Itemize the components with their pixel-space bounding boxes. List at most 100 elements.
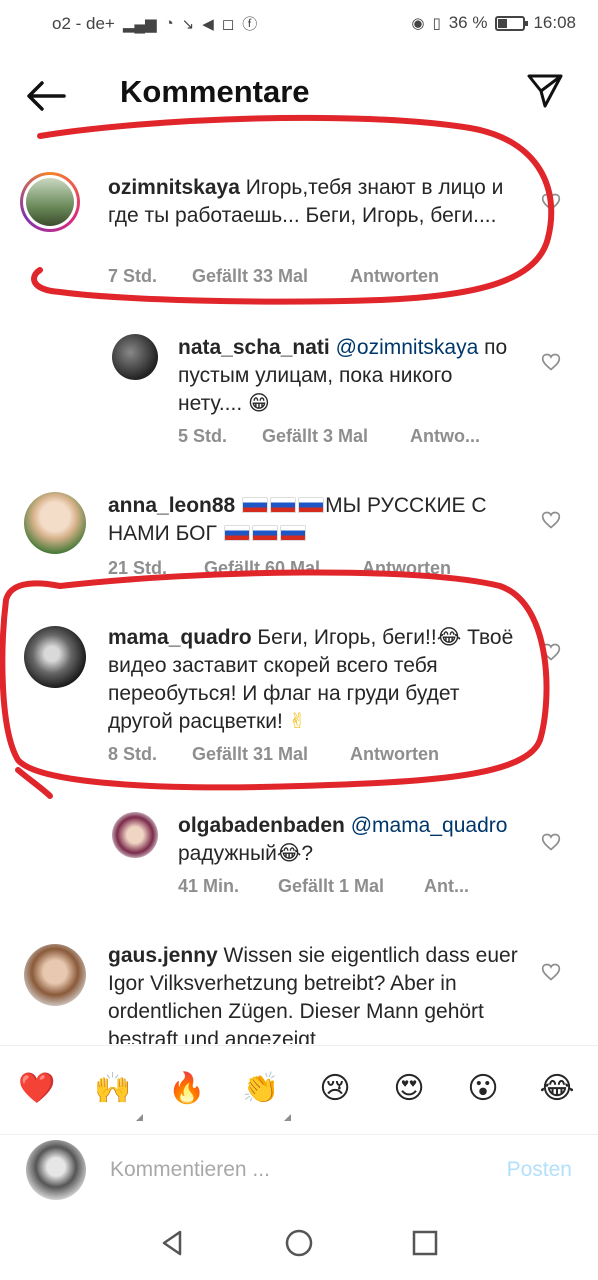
battery-percent: 36 % xyxy=(448,13,488,32)
reply-button[interactable]: Antworten xyxy=(362,558,451,574)
missed-call-icon: ↘ xyxy=(181,15,195,33)
comment-username[interactable]: nata_scha_nati xyxy=(178,336,330,359)
eye-icon: ◉ xyxy=(411,15,425,32)
post-button[interactable]: Posten xyxy=(507,1158,572,1182)
user-avatar[interactable] xyxy=(26,1140,86,1200)
comment-likes[interactable]: Gefällt 3 Mal xyxy=(262,426,410,447)
comment-time: 21 Std. xyxy=(108,558,168,574)
comment: ozimnitskaya Игорь,тебя знают в лицо и г… xyxy=(0,170,598,310)
comment-meta: 5 Std. Gefällt 3 Mal Antwo... xyxy=(178,426,480,447)
comment-username[interactable]: gaus.jenny xyxy=(108,944,218,967)
battery-icon xyxy=(495,15,529,31)
mention-link[interactable]: @mama_quadro xyxy=(351,814,508,837)
avatar[interactable] xyxy=(112,334,158,380)
comment-content-2: НАМИ БОГ xyxy=(108,522,217,545)
reaction-heart-eyes[interactable]: 😍 xyxy=(386,1066,432,1112)
heart-icon[interactable] xyxy=(541,642,561,662)
avatar[interactable] xyxy=(112,812,158,858)
comment-meta: 8 Std. Gefällt 31 Mal Antworten xyxy=(108,744,439,765)
page-title: Kommentare xyxy=(120,74,310,109)
status-right: ◉ ▯ 36 % 16:08 xyxy=(411,13,576,33)
comment-content: МЫ РУССКИЕ С xyxy=(325,494,487,517)
comment-meta: 41 Min. Gefällt 1 Mal Ant... xyxy=(178,876,469,897)
arrow-left-icon xyxy=(27,81,66,111)
telegram-icon: ◀ xyxy=(202,15,214,33)
paper-plane-icon xyxy=(527,74,563,108)
status-left: o2 - de+ ▂▄▆ ◔ ↘ ◀ ◻ ⓕ xyxy=(52,13,257,34)
comment-time: 8 Std. xyxy=(108,744,158,764)
laugh-emoji: 😂 xyxy=(276,842,302,865)
comment-text: gaus.jenny Wissen sie eigentlich dass eu… xyxy=(108,942,528,1044)
comment-likes[interactable]: Gefällt 1 Mal xyxy=(278,876,424,897)
comment-username[interactable]: mama_quadro xyxy=(108,626,252,649)
comment: gaus.jenny Wissen sie eigentlich dass eu… xyxy=(0,940,598,1044)
avatar[interactable] xyxy=(24,492,86,554)
russia-flag-icon xyxy=(279,525,306,541)
heart-icon[interactable] xyxy=(541,352,561,372)
nav-recents-icon[interactable] xyxy=(410,1228,440,1258)
instagram-icon: ◻ xyxy=(221,15,235,33)
comment: anna_leon88 МЫ РУССКИЕ С НАМИ БОГ 21 Std… xyxy=(0,490,598,585)
comment-content-end: ? xyxy=(301,842,314,865)
share-button[interactable] xyxy=(526,72,564,110)
laugh-emoji: 😂 xyxy=(436,626,462,649)
nav-back-icon[interactable] xyxy=(158,1228,188,1258)
comment-username[interactable]: anna_leon88 xyxy=(108,494,235,517)
comment-reply: olgabadenbaden @mama_quadro радужный😂? 4… xyxy=(0,810,598,905)
signal-icon: ▂▄▆ xyxy=(122,15,157,33)
comment-text: mama_quadro Беги, Игорь, беги!!😂 Твоё ви… xyxy=(108,624,518,736)
comment-username[interactable]: ozimnitskaya xyxy=(108,176,240,199)
reply-button[interactable]: Antworten xyxy=(350,266,439,287)
comment-time: 41 Min. xyxy=(178,876,240,896)
comment-username[interactable]: olgabadenbaden xyxy=(178,814,345,837)
back-button[interactable] xyxy=(24,76,68,116)
status-bar: o2 - de+ ▂▄▆ ◔ ↘ ◀ ◻ ⓕ ◉ ▯ 36 % 16:08 xyxy=(0,0,598,46)
clock: 16:08 xyxy=(533,13,576,32)
russia-flag-icon xyxy=(298,497,325,513)
mention-link[interactable]: @ozimnitskaya xyxy=(336,336,479,359)
comment-input[interactable] xyxy=(110,1154,470,1186)
comment-content: Беги, Игорь, беги!! xyxy=(257,626,437,649)
heart-icon[interactable] xyxy=(541,962,561,982)
comment-content: радужный xyxy=(178,842,277,865)
comment-meta: 21 Std. Gefällt 60 Mal Antworten xyxy=(108,558,451,574)
comment-reply: nata_scha_nati @ozimnitskaya по пустым у… xyxy=(0,330,598,460)
reaction-heart[interactable]: ❤️ xyxy=(14,1066,60,1112)
comment-likes[interactable]: Gefällt 33 Mal xyxy=(192,266,350,287)
comment-text: nata_scha_nati @ozimnitskaya по пустым у… xyxy=(178,334,518,418)
comment-text: anna_leon88 МЫ РУССКИЕ С НАМИ БОГ xyxy=(108,492,518,548)
reaction-clap[interactable]: 👏 xyxy=(238,1066,284,1112)
header: Kommentare xyxy=(0,50,598,140)
comment-meta: 7 Std. Gefällt 33 Mal Antworten xyxy=(108,266,439,287)
wifi-icon: ◔ xyxy=(164,15,174,32)
reaction-crying[interactable]: 😢 xyxy=(312,1066,358,1112)
avatar[interactable] xyxy=(24,626,86,688)
comment-text: ozimnitskaya Игорь,тебя знают в лицо и г… xyxy=(108,174,518,230)
carrier-label: o2 - de+ xyxy=(52,13,115,33)
nav-home-icon[interactable] xyxy=(284,1228,314,1258)
system-nav-bar xyxy=(0,1206,598,1280)
reaction-fire[interactable]: 🔥 xyxy=(164,1066,210,1112)
heart-icon[interactable] xyxy=(541,192,561,212)
reaction-raised-hands[interactable]: 🙌 xyxy=(90,1066,136,1112)
russia-flag-icon xyxy=(270,497,297,513)
heart-icon[interactable] xyxy=(541,832,561,852)
comment-likes[interactable]: Gefällt 31 Mal xyxy=(192,744,350,765)
avatar[interactable] xyxy=(24,944,86,1006)
reply-button[interactable]: Ant... xyxy=(424,876,469,897)
russia-flag-icon xyxy=(251,525,278,541)
grin-emoji: 😁 xyxy=(248,392,270,415)
comment-time: 5 Std. xyxy=(178,426,228,446)
reply-button[interactable]: Antwo... xyxy=(410,426,480,447)
reaction-surprised[interactable]: 😮 xyxy=(460,1066,506,1112)
comment-composer: Posten xyxy=(0,1136,598,1206)
battery-fill xyxy=(498,18,508,28)
comment-time: 7 Std. xyxy=(108,266,158,286)
heart-icon[interactable] xyxy=(541,510,561,530)
comment: mama_quadro Беги, Игорь, беги!!😂 Твоё ви… xyxy=(0,620,598,770)
reaction-laughing[interactable]: 😂 xyxy=(534,1066,580,1112)
avatar[interactable] xyxy=(20,172,80,232)
reply-button[interactable]: Antworten xyxy=(350,744,439,765)
vibrate-icon: ▯ xyxy=(432,15,441,32)
comment-likes[interactable]: Gefällt 60 Mal xyxy=(204,558,362,574)
